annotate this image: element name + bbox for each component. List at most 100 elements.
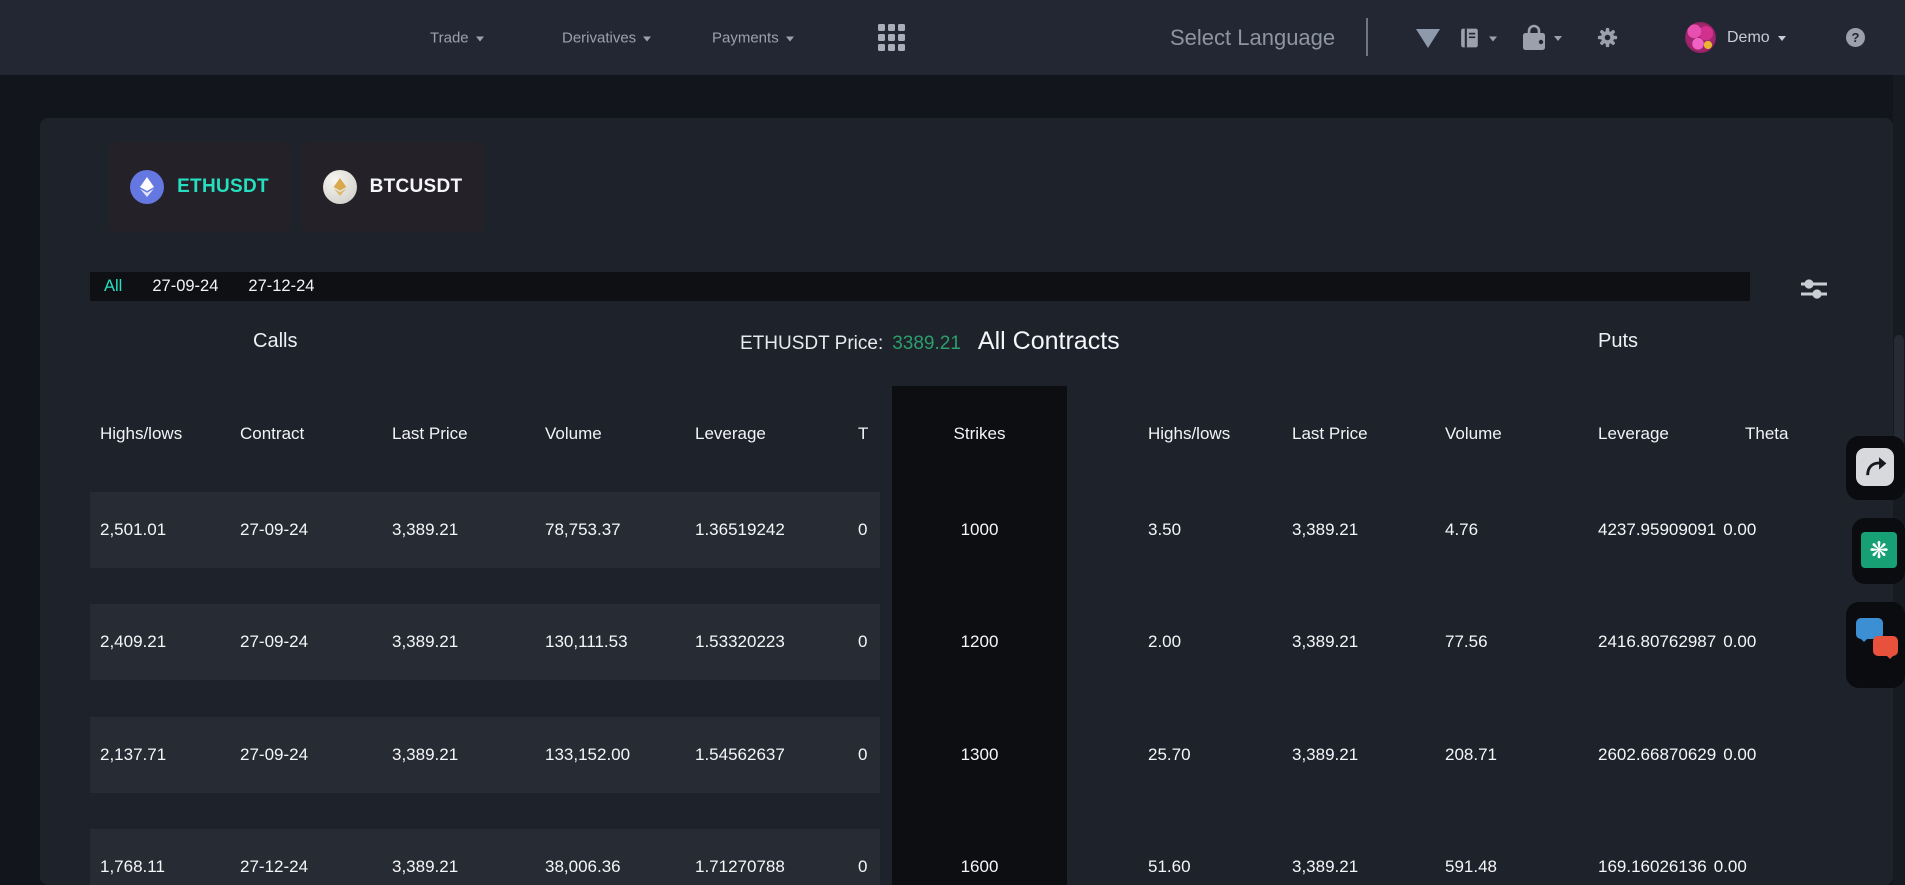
puts-cell-leverage: 169.16026136 <box>1598 857 1707 876</box>
col-head-calls-last-price: Last Price <box>392 424 468 443</box>
chevron-down-icon <box>1777 36 1786 41</box>
puts-cell-volume: 4.76 <box>1445 520 1479 539</box>
calls-cell-t: 0 <box>858 745 868 764</box>
col-head-calls-leverage: Leverage <box>695 424 766 443</box>
col-head-puts-volume: Volume <box>1445 424 1502 443</box>
user-menu[interactable]: Demo <box>1727 29 1786 47</box>
puts-cell-leverage: 2602.66870629 <box>1598 745 1717 764</box>
nav-derivatives[interactable]: Derivatives <box>562 29 652 46</box>
calls-cell-highs_lows: 2,409.21 <box>100 632 167 651</box>
col-head-puts-highs-lows: Highs/lows <box>1148 424 1231 443</box>
calls-cell-leverage: 1.54562637 <box>695 745 785 764</box>
col-head-calls-volume: Volume <box>545 424 602 443</box>
col-head-puts-theta: Theta <box>1745 424 1789 443</box>
nav-trade-label: Trade <box>430 29 469 46</box>
tab-27-12-24[interactable]: 27-12-24 <box>248 277 314 296</box>
calls-cell-highs_lows: 2,501.01 <box>100 520 167 539</box>
puts-title: Puts <box>1598 330 1639 352</box>
calls-cell-contract: 27-09-24 <box>240 745 309 764</box>
calls-title: Calls <box>253 330 298 352</box>
puts-cell-last_price: 3,389.21 <box>1292 632 1359 651</box>
puts-cell-theta: 0.00 <box>1723 745 1757 764</box>
eth-coin-icon <box>130 170 165 204</box>
nav-divider <box>1366 18 1368 56</box>
col-head-calls-t: T <box>858 424 869 443</box>
price-label: ETHUSDT Price: <box>740 333 884 354</box>
col-head-calls-contract: Contract <box>240 424 305 443</box>
book-icon <box>1461 28 1478 47</box>
strike-value: 1000 <box>960 520 999 539</box>
col-head-strikes: Strikes <box>953 424 1006 443</box>
orders-menu[interactable] <box>1458 25 1497 50</box>
user-avatar[interactable] <box>1685 22 1716 53</box>
calls-cell-highs_lows: 1,768.11 <box>100 857 165 876</box>
table-row[interactable]: 2,409.21 27-09-24 3,389.21 130,111.53 1.5332… <box>0 604 1905 680</box>
pair-button-ethusdt[interactable]: ETHUSDT <box>109 142 290 232</box>
apps-grid-icon[interactable] <box>878 24 906 52</box>
contracts-header: ETHUSDT Price: 3389.21 All Contracts <box>740 327 1120 356</box>
calls-cell-leverage: 1.71270788 <box>695 857 785 876</box>
price-value: 3389.21 <box>892 333 961 354</box>
calls-cell-volume: 38,006.36 <box>545 857 621 876</box>
share-button[interactable] <box>1856 448 1894 486</box>
select-language[interactable]: Select Language <box>1170 25 1335 51</box>
puts-cell-highs_lows: 25.70 <box>1148 745 1191 764</box>
options-trading-page: Trade Derivatives Payments Select Langua… <box>0 0 1905 885</box>
calls-cell-contract: 27-09-24 <box>240 632 309 651</box>
tab-all[interactable]: All <box>104 277 122 296</box>
pair-button-btcusdt[interactable]: BTCUSDT <box>301 142 484 232</box>
puts-cell-highs_lows: 51.60 <box>1148 857 1191 876</box>
puts-cell-last_price: 3,389.21 <box>1292 857 1359 876</box>
chevron-down-icon <box>1554 36 1562 41</box>
calls-cell-leverage: 1.36519242 <box>695 520 785 539</box>
puts-cell-leverage-theta: 2416.80762987 0.00 <box>1598 632 1756 652</box>
chatgpt-logo-icon: ❋ <box>1869 536 1889 563</box>
calls-cell-highs_lows: 2,137.71 <box>100 745 167 764</box>
calls-cell-contract: 27-12-24 <box>240 857 309 876</box>
chatgpt-button[interactable]: ❋ <box>1861 532 1897 568</box>
calls-cell-last_price: 3,389.21 <box>392 632 459 651</box>
col-head-calls-highs-lows: Highs/lows <box>100 424 183 443</box>
calls-cell-volume: 133,152.00 <box>545 745 631 764</box>
puts-cell-theta: 0.00 <box>1723 632 1757 651</box>
wallet-menu[interactable] <box>1520 23 1562 53</box>
puts-cell-last_price: 3,389.21 <box>1292 745 1359 764</box>
nav-payments-label: Payments <box>712 29 779 46</box>
table-row[interactable]: 2,501.01 27-09-24 3,389.21 78,753.37 1.36519… <box>0 492 1905 568</box>
col-head-puts-last-price: Last Price <box>1292 424 1368 443</box>
puts-cell-theta: 0.00 <box>1713 857 1747 876</box>
puts-cell-leverage-theta: 2602.66870629 0.00 <box>1598 745 1756 765</box>
top-navbar: Trade Derivatives Payments Select Langua… <box>0 0 1905 75</box>
share-arrow-icon <box>1866 457 1887 476</box>
user-name: Demo <box>1727 28 1770 46</box>
table-row[interactable]: 1,768.11 27-12-24 3,389.21 38,006.36 1.71270… <box>0 829 1905 885</box>
all-contracts-title: All Contracts <box>977 327 1120 355</box>
calls-cell-last_price: 3,389.21 <box>392 857 459 876</box>
puts-cell-leverage: 4237.95909091 <box>1598 520 1717 539</box>
calls-cell-leverage: 1.53320223 <box>695 632 785 651</box>
help-icon[interactable]: ? <box>1846 28 1865 47</box>
puts-cell-last_price: 3,389.21 <box>1292 520 1359 539</box>
table-row[interactable]: 2,137.71 27-09-24 3,389.21 133,152.00 1.5456… <box>0 717 1905 793</box>
language-flag-icon[interactable] <box>1416 29 1440 48</box>
nav-payments[interactable]: Payments <box>712 29 794 46</box>
pair-label-btcusdt: BTCUSDT <box>369 176 463 197</box>
calls-cell-last_price: 3,389.21 <box>392 520 459 539</box>
chevron-down-icon <box>1489 36 1497 41</box>
puts-cell-leverage-theta: 4237.95909091 0.00 <box>1598 520 1756 540</box>
chat-bubble-red-icon <box>1873 636 1898 659</box>
calls-cell-t: 0 <box>858 857 868 876</box>
chevron-down-icon <box>475 36 484 41</box>
calls-cell-volume: 130,111.53 <box>545 632 628 651</box>
nav-derivatives-label: Derivatives <box>562 29 637 46</box>
wallet-lock-icon <box>1523 24 1545 50</box>
expiry-tabs: All 27-09-24 27-12-24 <box>90 272 1750 301</box>
col-head-puts-leverage: Leverage <box>1598 424 1669 443</box>
settings-gear-icon[interactable] <box>1597 27 1618 53</box>
puts-cell-volume: 208.71 <box>1445 745 1497 764</box>
filter-settings-icon[interactable] <box>1800 276 1828 302</box>
tab-27-09-24[interactable]: 27-09-24 <box>152 277 218 296</box>
nav-trade[interactable]: Trade <box>430 29 484 46</box>
puts-cell-volume: 591.48 <box>1445 857 1497 876</box>
calls-cell-t: 0 <box>858 520 868 539</box>
